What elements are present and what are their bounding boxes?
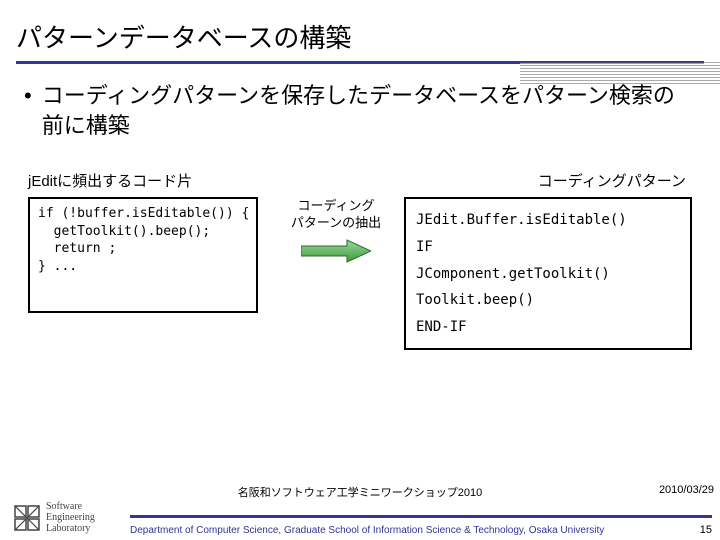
pattern-box: JEdit.Buffer.isEditable() IF JComponent.…	[404, 197, 692, 350]
right-column: コーディングパターン JEdit.Buffer.isEditable() IF …	[404, 170, 692, 350]
logo-line2: Engineering	[46, 512, 95, 523]
left-label: jEditに頻出するコード片	[28, 170, 268, 191]
pattern-line: JComponent.getToolkit()	[416, 261, 680, 288]
middle-column: コーディング パターンの抽出	[276, 170, 396, 269]
pattern-line: IF	[416, 234, 680, 261]
title-stripe-decoration	[520, 62, 720, 84]
lab-logo-icon	[14, 505, 40, 531]
arrow-label-line1: コーディング	[297, 198, 374, 213]
code-card-stack: if (!buffer.isEditable()) { getToolkit()…	[28, 197, 258, 317]
logo-line3: Laboratory	[46, 523, 90, 534]
arrow-label-line2: パターンの抽出	[291, 215, 381, 230]
arrow-label: コーディング パターンの抽出	[276, 198, 396, 232]
bullet-item: • コーディングパターンを保存したデータベースをパターン検索の前に構築	[24, 81, 696, 140]
bullet-dot: •	[24, 81, 32, 111]
slide-title: パターンデータベースの構築	[0, 0, 720, 61]
logo-line1: Software	[46, 501, 82, 512]
footer-page-number: 15	[700, 524, 712, 536]
footer-separator	[130, 515, 712, 518]
bullet-text: コーディングパターンを保存したデータベースをパターン検索の前に構築	[42, 81, 696, 140]
right-label: コーディングパターン	[404, 170, 692, 191]
footer-logo: Software Engineering Laboratory	[14, 501, 95, 534]
body: • コーディングパターンを保存したデータベースをパターン検索の前に構築 jEdi…	[0, 61, 720, 350]
arrow-right-icon	[301, 238, 371, 264]
left-column: jEditに頻出するコード片 if (!buffer.isEditable())…	[28, 170, 268, 317]
footer-date: 2010/03/29	[659, 484, 714, 496]
pattern-line: END-IF	[416, 314, 680, 341]
footer-center-text: 名阪和ソフトウェア工学ミニワークショップ2010	[0, 476, 720, 500]
code-card-front: if (!buffer.isEditable()) { getToolkit()…	[28, 197, 258, 313]
diagram: jEditに頻出するコード片 if (!buffer.isEditable())…	[24, 170, 696, 350]
pattern-line: Toolkit.beep()	[416, 287, 680, 314]
footer-department: Department of Computer Science, Graduate…	[130, 525, 712, 536]
lab-logo-text: Software Engineering Laboratory	[46, 501, 95, 534]
pattern-line: JEdit.Buffer.isEditable()	[416, 207, 680, 234]
footer: 名阪和ソフトウェア工学ミニワークショップ2010 2010/03/29 Depa…	[0, 476, 720, 540]
